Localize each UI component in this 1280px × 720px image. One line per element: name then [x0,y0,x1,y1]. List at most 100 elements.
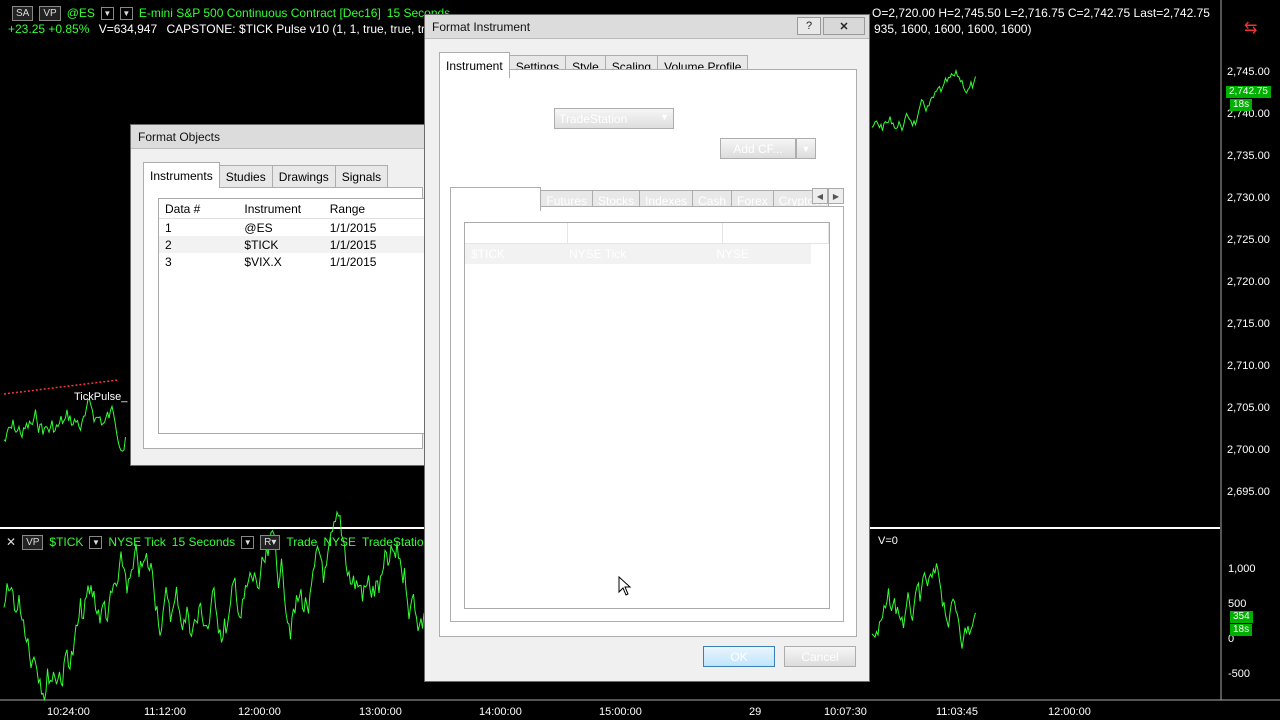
price-axis-label: 2,725.00 [1227,234,1270,246]
lower-symbol-label: $TICK [49,535,84,549]
data-source-label: Data Source: [466,110,537,124]
instrument-label[interactable]: ▼Instrument: [465,142,533,156]
lower-volume-label: V=0 [878,535,898,547]
tab-instrument[interactable]: Instrument [439,52,510,78]
cell-exchange: NYSE [716,247,749,261]
lower-desc-label: NYSE Tick [108,535,166,549]
tick-pulse-label: TickPulse_ [74,391,128,403]
close-button[interactable]: ✕ [823,17,865,35]
col-exchange[interactable]: Exchange [723,222,829,244]
price-axis-label: 2,730.00 [1227,192,1270,204]
cancel-button[interactable]: Cancel [784,646,856,667]
lower-last-tag: 354 [1230,611,1253,623]
chevron-down-icon: ▼ [660,112,669,122]
lower-interval-dropdown[interactable]: ▼ [241,535,255,549]
expand-arrow-icon: ▼ [465,146,473,155]
tab-signals[interactable]: Signals [334,165,389,187]
sync-arrows-icon[interactable]: ⇆ [1244,18,1257,38]
ok-button[interactable]: OK [703,646,775,667]
list-item[interactable]: 1 @ES 1/1/2015 [159,219,427,236]
symbol-dropdown-button[interactable]: ▼ [100,6,114,20]
instrument-select[interactable]: $TICK ▼ [554,138,674,159]
bar-timer-tag: 18s [1230,99,1253,111]
lower-vp-button[interactable]: VP [22,534,44,550]
data-source-value: TradeStation [559,111,628,126]
row-instrument: $VIX.X [244,254,282,269]
ohlc-stats: O=2,720.00 H=2,745.50 L=2,716.75 C=2,742… [872,6,1210,20]
row-num: 3 [165,254,172,269]
tab-studies[interactable]: Studies [218,165,273,187]
change-label: +23.25 +0.85% [8,22,90,36]
value-axis-label: 1,000 [1228,563,1256,575]
time-axis-label: 12:00:00 [1048,706,1091,718]
lower-pane-header: ✕ VP $TICK ▼ NYSE Tick 15 Seconds ▼ R▾ T… [6,534,430,550]
price-axis-label: 2,735.00 [1227,150,1270,162]
chevron-down-icon: ▼ [660,142,669,152]
study-label: CAPSTONE: $TICK Pulse v10 (1, 1, true, t… [166,22,460,36]
add-cf-dropdown-button[interactable]: ▼ [796,138,816,159]
row-range: 1/1/2015 [329,237,377,252]
tab-drawings[interactable]: Drawings [271,165,336,187]
title-buttons: ? ✕ [797,17,865,35]
time-axis-label: 10:24:00 [47,706,90,718]
col-instrument[interactable]: Instrument [244,202,329,216]
row-num: 2 [165,237,172,252]
format-objects-title: Format Objects [131,125,425,149]
lower-type-label: Trade [286,535,318,549]
col-data-num[interactable]: Data # [159,202,244,216]
value-axis-label: 500 [1228,598,1247,610]
price-axis-label: 2,715.00 [1227,318,1270,330]
lower-symbol-dropdown[interactable]: ▼ [89,535,103,549]
price-axis-label: 2,720.00 [1227,276,1270,288]
data-series-list[interactable]: Data # Instrument Range 1 @ES 1/1/2015 2… [158,198,428,434]
time-axis-label: 11:03:45 [936,706,979,718]
close-pane-icon[interactable]: ✕ [6,535,16,549]
last-price-tag: 2,742.75 [1226,86,1271,98]
tab-scroll-buttons: ◀ ▶ [812,188,844,204]
mouse-cursor-icon [618,576,632,596]
col-instrument[interactable]: Instrument [465,222,568,244]
row-range: 1/1/2015 [329,254,377,269]
col-range[interactable]: Range [330,202,427,216]
scroll-left-icon[interactable]: ◀ [812,188,828,204]
volume-label: V=634,947 [98,22,158,36]
format-objects-panel: Data # Instrument Range 1 @ES 1/1/2015 2… [143,187,428,449]
lower-r-button[interactable]: R▾ [260,534,281,550]
es-price-trace-right [871,68,976,133]
symbol-box-button[interactable]: SA [12,5,34,21]
table-row[interactable]: $TICK NYSE Tick NYSE [465,244,811,264]
price-axis-label: 2,710.00 [1227,360,1270,372]
price-axis-label: 2,700.00 [1227,444,1270,456]
grid-header: Instrument Description Exchange [465,222,829,244]
time-axis-label: 15:00:00 [599,706,642,718]
instruments-grid[interactable]: Instrument Description Exchange $TICK NY… [464,222,830,609]
data-source-select[interactable]: TradeStation ▼ [554,108,674,129]
scroll-right-icon[interactable]: ▶ [828,188,844,204]
chart-header-bar: SA VP @ES ▼ ▼ E-mini S&P 500 Continuous … [0,4,450,22]
time-axis-label: 13:00:00 [359,706,402,718]
symbol-label: @ES [66,6,95,20]
lower-timer-tag: 18s [1230,624,1253,636]
list-item[interactable]: 3 $VIX.X 1/1/2015 [159,253,427,270]
instrument-value: $TICK [559,141,594,156]
row-instrument: @ES [244,220,273,235]
lower-source-label: TradeStation [362,535,431,549]
time-axis-label: 12:00:00 [238,706,281,718]
row-num: 1 [165,220,172,235]
list-item[interactable]: 2 $TICK 1/1/2015 [159,236,427,253]
volume-profile-button[interactable]: VP [39,5,61,21]
row-instrument: $TICK [244,237,279,252]
help-button[interactable]: ? [797,17,821,35]
tab-instruments[interactable]: Instruments [143,162,220,188]
format-objects-dialog: Format Objects Instruments Studies Drawi… [130,124,428,466]
tab-all-instruments[interactable]: All Instruments [450,187,542,211]
contract-dropdown-button[interactable]: ▼ [119,6,133,20]
add-cf-button[interactable]: Add CF... [720,138,796,159]
format-objects-tabs: Instruments Studies Drawings Signals [143,161,389,188]
chart-subline: +23.25 +0.85% V=634,947 CAPSTONE: $TICK … [8,22,459,36]
es-price-trace-left [3,398,126,452]
lower-interval-label: 15 Seconds [171,535,236,549]
price-axis-label: 2,695.00 [1227,486,1270,498]
price-axis-label: 2,745.00 [1227,66,1270,78]
col-description[interactable]: Description [568,222,723,244]
